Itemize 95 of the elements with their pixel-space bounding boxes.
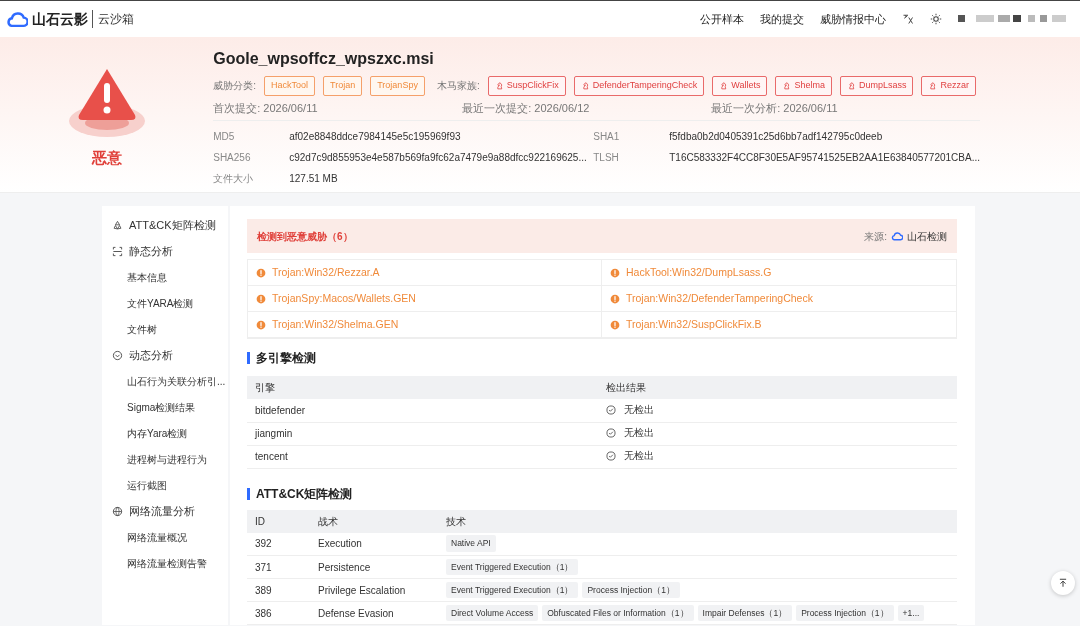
table-cell: 386 [247, 601, 310, 625]
table-cell: tencent [247, 445, 598, 468]
hash-label: SHA1 [593, 130, 621, 144]
section-title: 多引擎检测 [247, 352, 957, 364]
nav-link[interactable]: 我的提交 [760, 10, 804, 28]
sidebar-item[interactable]: 内存Yara检测 [102, 420, 228, 446]
date-text: 最近一次提交: 2026/06/12 [462, 100, 591, 116]
hash-label: TLSH [593, 151, 620, 165]
column-header: 检出结果 [598, 376, 957, 399]
table-cell: 389 [247, 578, 310, 602]
check-circle-icon [606, 427, 616, 438]
cloud-icon [891, 230, 903, 242]
technique-tag: Event Triggered Execution（1） [446, 581, 579, 599]
column-header: 战术 [310, 509, 438, 533]
table-cell: bitdefender [247, 399, 598, 422]
sidebar-item[interactable]: Sigma检测结果 [102, 394, 228, 420]
date-text: 最近一次分析: 2026/06/11 [711, 100, 839, 116]
sidebar-group[interactable]: ATT&CK矩阵检测 [102, 212, 228, 238]
date-text: 首次提交: 2026/06/11 [213, 100, 319, 116]
check-circle-icon [606, 450, 616, 461]
sidebar-item[interactable]: 网络流量概况 [102, 524, 228, 550]
hash-value: f5fdba0b2d0405391c25d6bb7adf142795c0deeb [669, 130, 883, 144]
family-tag: Wallets [712, 76, 768, 96]
technique-tag: Direct Volume Access [446, 604, 539, 622]
product-name: 云沙箱 [92, 10, 134, 28]
sidebar-item[interactable]: 基本信息 [102, 264, 228, 290]
technique-tag: Event Triggered Execution（1） [446, 558, 579, 576]
check-circle-icon [606, 404, 616, 415]
recycle-icon [112, 219, 123, 231]
file-name: Goole_wpsoffcz_wpszxc.msi [213, 50, 435, 68]
technique-tag: Impair Defenses（1） [697, 604, 793, 622]
table-cell: 371 [247, 555, 310, 579]
hash-label: SHA256 [213, 151, 252, 165]
column-header: 引擎 [247, 376, 598, 399]
result-text: 无检出 [624, 449, 654, 464]
column-header: ID [247, 509, 310, 533]
warning-icon [256, 267, 266, 278]
table-cell: Persistence [310, 555, 438, 579]
sidebar-item[interactable]: 文件YARA检测 [102, 290, 228, 316]
threat-tag: HackTool [264, 76, 315, 96]
warning-icon [610, 267, 620, 278]
nav-link[interactable]: 威胁情报中心 [820, 10, 886, 28]
field-label: 木马家族: [436, 79, 480, 94]
family-tag: DumpLsass [839, 76, 914, 96]
family-tag: SuspClickFix [487, 76, 566, 96]
family-tag: DefenderTamperingCheck [573, 76, 705, 96]
sidebar-item[interactable]: 文件树 [102, 316, 228, 342]
technique-tag: Native API [446, 535, 496, 553]
alert-title: 检测到恶意威胁（6） [257, 229, 353, 244]
table-cell: Execution [310, 532, 438, 556]
hash-label: MD5 [213, 130, 236, 144]
technique-tag: Process Injection（1） [582, 581, 680, 599]
sidebar-item[interactable]: 网络流量检测告警 [102, 550, 228, 576]
table-cell: Defense Evasion [310, 601, 438, 625]
verdict-label: 恶意 [91, 148, 122, 168]
threat-tag: TrojanSpy [370, 76, 425, 96]
warning-icon [610, 319, 620, 330]
field-label: 威胁分类: [213, 79, 256, 94]
hash-value: T16C583332F4CC8F30E5AF95741525EB2AA1E63840577201CBA... [669, 151, 980, 165]
technique-tag: +1... [897, 604, 925, 622]
technique-tag: Obfuscated Files or Information（1） [542, 604, 694, 622]
warning-icon [256, 319, 266, 330]
sidebar-item[interactable]: 进程树与进程行为 [102, 446, 228, 472]
source-name: 山石检测 [907, 229, 947, 244]
sidebar-item[interactable]: 山石行为关联分析引... [102, 368, 228, 394]
sidebar-item[interactable]: 运行截图 [102, 472, 228, 498]
family-tag: Rezzar [921, 76, 976, 96]
warning-icon [610, 293, 620, 304]
family-tag: Shelma [775, 76, 832, 96]
brand-name: 山石云影 [32, 9, 88, 29]
scan-icon [112, 245, 123, 257]
hash-value: c92d7c9d855953e4e587b569fa9fc62a7479e9a88dfcc922169625... [289, 151, 587, 165]
source-label: 来源: [864, 229, 887, 244]
hash-value: af02e8848ddce7984145e5c195969f93 [289, 130, 461, 144]
nav-link[interactable]: 公开样本 [700, 10, 744, 28]
sidebar-group[interactable]: 静态分析 [102, 238, 228, 264]
warning-icon [256, 293, 266, 304]
column-header: 技术 [438, 509, 957, 533]
table-cell: 392 [247, 532, 310, 556]
section-title: ATT&CK矩阵检测 [247, 487, 957, 500]
hash-label: 文件大小 [213, 172, 255, 186]
result-text: 无检出 [624, 426, 654, 441]
table-cell: Privilege Escalation [310, 578, 438, 602]
hash-value: 127.51 MB [289, 172, 338, 186]
theme-icon [930, 13, 942, 25]
result-text: 无检出 [624, 403, 654, 417]
sidebar-group[interactable]: 网络流量分析 [102, 498, 228, 524]
arrow-up-icon [1058, 578, 1068, 588]
chevron-circle-icon [112, 349, 123, 361]
back-to-top-button[interactable] [1051, 571, 1075, 595]
technique-tag: Process Injection（1） [796, 604, 894, 622]
sidebar-group[interactable]: 动态分析 [102, 342, 228, 368]
globe-icon [112, 505, 123, 517]
table-cell: jiangmin [247, 422, 598, 445]
threat-tag: Trojan [323, 76, 363, 96]
